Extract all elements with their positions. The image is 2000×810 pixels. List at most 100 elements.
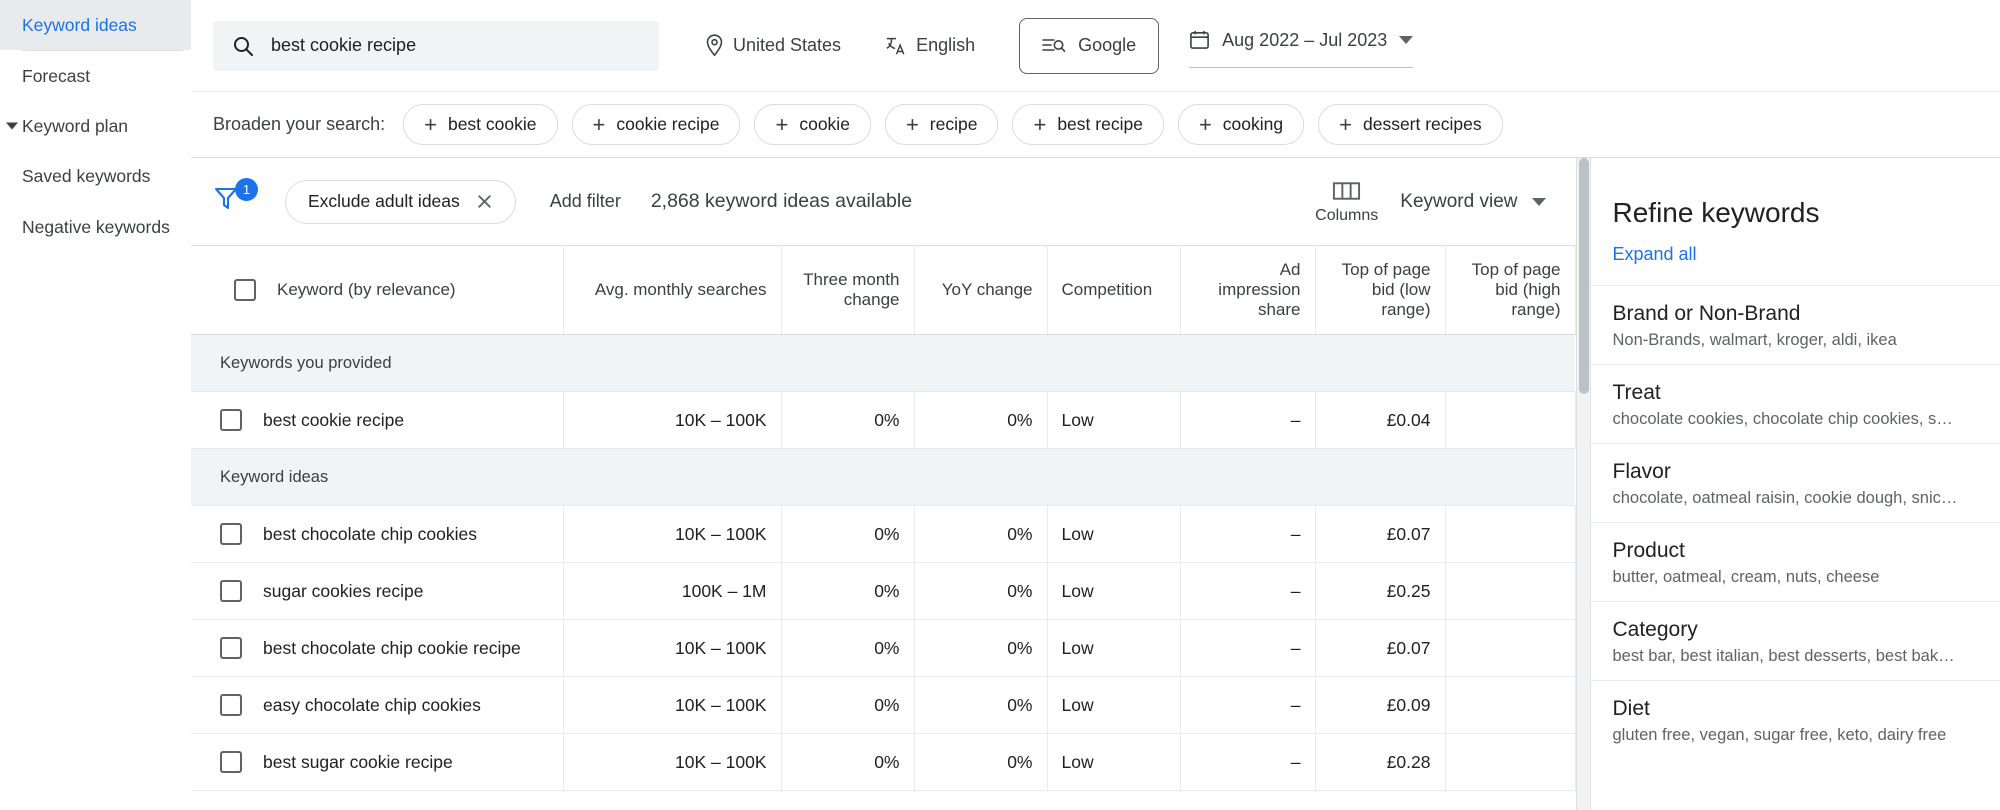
column-header-label: Three month change bbox=[803, 270, 899, 309]
broaden-chip-label: cookie recipe bbox=[616, 114, 719, 135]
refine-section-subtitle: Non-Brands, walmart, kroger, aldi, ikea bbox=[1613, 330, 1897, 351]
cell-top-bid-high bbox=[1445, 392, 1575, 449]
table-row[interactable]: best sugar cookie recipe 10K – 100K 0% 0… bbox=[191, 734, 1575, 791]
refine-section-title: Flavor bbox=[1613, 458, 1958, 485]
column-header-yoy-change[interactable]: YoY change bbox=[914, 246, 1047, 335]
cell-avg-monthly-searches: 10K – 100K bbox=[563, 392, 781, 449]
column-header-avg-monthly-searches[interactable]: Avg. monthly searches bbox=[563, 246, 781, 335]
language-label: English bbox=[916, 35, 975, 56]
refine-section-brand-or-non-brand[interactable]: Brand or Non-Brand Non-Brands, walmart, … bbox=[1591, 285, 2000, 364]
broaden-search-bar: Broaden your search: + best cookie + coo… bbox=[191, 91, 2000, 158]
refine-section-treat[interactable]: Treat chocolate cookies, chocolate chip … bbox=[1591, 364, 2000, 443]
keyword-view-selector[interactable]: Keyword view bbox=[1400, 191, 1553, 213]
table-row[interactable]: sugar cookies recipe 100K – 1M 0% 0% Low… bbox=[191, 563, 1575, 620]
row-checkbox[interactable] bbox=[220, 751, 242, 773]
search-input[interactable]: best cookie recipe bbox=[213, 21, 659, 71]
table-row[interactable]: best chocolate chip cookies 10K – 100K 0… bbox=[191, 506, 1575, 563]
table-row[interactable]: best cookie recipe 10K – 100K 0% 0% Low … bbox=[191, 392, 1575, 449]
sidebar-item-saved-keywords[interactable]: Saved keywords bbox=[0, 151, 191, 202]
table-vertical-scrollbar[interactable] bbox=[1576, 158, 1590, 810]
refine-section-flavor[interactable]: Flavor chocolate, oatmeal raisin, cookie… bbox=[1591, 443, 2000, 522]
ideas-available-count: 2,868 keyword ideas available bbox=[651, 190, 912, 213]
cell-avg-monthly-searches: 10K – 100K bbox=[563, 506, 781, 563]
broaden-chip-cookie-recipe[interactable]: + cookie recipe bbox=[572, 104, 741, 145]
keyword-text: easy chocolate chip cookies bbox=[263, 695, 481, 716]
sidebar-item-label: Keyword ideas bbox=[22, 15, 137, 35]
refine-panel-header: Refine keywords bbox=[1591, 158, 2000, 230]
add-filter-button[interactable]: Add filter bbox=[550, 191, 621, 212]
content-row: 1 Exclude adult ideas Add filter bbox=[191, 158, 2000, 810]
refine-section-product[interactable]: Product butter, oatmeal, cream, nuts, ch… bbox=[1591, 522, 2000, 601]
language-selector[interactable]: English bbox=[885, 35, 975, 57]
cell-avg-monthly-searches: 100K – 1M bbox=[563, 563, 781, 620]
broaden-chip-cookie[interactable]: + cookie bbox=[754, 104, 870, 145]
refine-section-diet[interactable]: Diet gluten free, vegan, sugar free, ket… bbox=[1591, 680, 2000, 759]
column-header-ad-impression-share[interactable]: Ad impression share bbox=[1180, 246, 1315, 335]
cell-keyword: best cookie recipe bbox=[191, 392, 563, 449]
refine-section-title: Diet bbox=[1613, 695, 1947, 722]
table-body: Keywords you provided best cookie recipe… bbox=[191, 335, 1575, 791]
refine-section-category[interactable]: Category best bar, best italian, best de… bbox=[1591, 601, 2000, 680]
date-range-selector[interactable]: Aug 2022 – Jul 2023 bbox=[1189, 24, 1413, 68]
filter-button[interactable]: 1 bbox=[213, 182, 259, 222]
column-header-top-bid-high[interactable]: Top of page bid (high range) bbox=[1445, 246, 1575, 335]
broaden-chip-recipe[interactable]: + recipe bbox=[885, 104, 999, 145]
columns-button[interactable]: Columns bbox=[1315, 179, 1400, 225]
select-all-checkbox[interactable] bbox=[234, 279, 256, 301]
broaden-chip-best-recipe[interactable]: + best recipe bbox=[1012, 104, 1163, 145]
cell-top-bid-high bbox=[1445, 734, 1575, 791]
cell-competition: Low bbox=[1047, 563, 1180, 620]
row-checkbox[interactable] bbox=[220, 694, 242, 716]
cell-top-bid-low: £0.07 bbox=[1315, 620, 1445, 677]
location-selector[interactable]: United States bbox=[705, 34, 841, 57]
sidebar: Keyword ideas Forecast Keyword plan Save… bbox=[0, 0, 191, 810]
sidebar-item-keyword-ideas[interactable]: Keyword ideas bbox=[0, 0, 191, 50]
cell-yoy-change: 0% bbox=[914, 620, 1047, 677]
row-checkbox[interactable] bbox=[220, 409, 242, 431]
row-checkbox[interactable] bbox=[220, 523, 242, 545]
broaden-chip-cooking[interactable]: + cooking bbox=[1178, 104, 1304, 145]
broaden-chip-dessert-recipes[interactable]: + dessert recipes bbox=[1318, 104, 1503, 145]
table-row[interactable]: best chocolate chip cookie recipe 10K – … bbox=[191, 620, 1575, 677]
close-icon[interactable] bbox=[476, 193, 493, 210]
search-query-text: best cookie recipe bbox=[271, 35, 416, 56]
translate-icon bbox=[885, 35, 907, 57]
ideas-available-label: 2,868 keyword ideas available bbox=[651, 190, 912, 212]
column-header-label: Keyword (by relevance) bbox=[277, 280, 456, 300]
column-header-label: YoY change bbox=[942, 280, 1033, 299]
refine-section-subtitle: gluten free, vegan, sugar free, keto, da… bbox=[1613, 725, 1947, 746]
keyword-table-area: 1 Exclude adult ideas Add filter bbox=[191, 158, 1576, 810]
broaden-chip-label: dessert recipes bbox=[1363, 114, 1482, 135]
sidebar-item-label: Saved keywords bbox=[22, 166, 150, 186]
table-row[interactable]: easy chocolate chip cookies 10K – 100K 0… bbox=[191, 677, 1575, 734]
active-filter-chip[interactable]: Exclude adult ideas bbox=[285, 180, 516, 224]
cell-top-bid-low: £0.07 bbox=[1315, 506, 1445, 563]
column-header-three-month-change[interactable]: Three month change bbox=[781, 246, 914, 335]
network-selector[interactable]: Google bbox=[1019, 18, 1159, 74]
cell-keyword: sugar cookies recipe bbox=[191, 563, 563, 620]
column-header-top-bid-low[interactable]: Top of page bid (low range) bbox=[1315, 246, 1445, 335]
scrollbar-thumb[interactable] bbox=[1579, 158, 1589, 394]
sidebar-item-label: Forecast bbox=[22, 66, 90, 86]
column-header-keyword[interactable]: Keyword (by relevance) bbox=[191, 246, 563, 335]
cell-competition: Low bbox=[1047, 392, 1180, 449]
row-checkbox[interactable] bbox=[220, 580, 242, 602]
table-group-label: Keyword ideas bbox=[191, 449, 1575, 506]
sidebar-group-keyword-plan[interactable]: Keyword plan bbox=[0, 101, 191, 151]
broaden-chip-best-cookie[interactable]: + best cookie bbox=[403, 104, 557, 145]
chevron-down-icon bbox=[1532, 198, 1546, 206]
expand-all-link[interactable]: Expand all bbox=[1591, 230, 1719, 265]
cell-ad-impression-share: – bbox=[1180, 392, 1315, 449]
column-header-competition[interactable]: Competition bbox=[1047, 246, 1180, 335]
network-label: Google bbox=[1078, 35, 1136, 56]
column-header-label: Ad impression share bbox=[1218, 260, 1300, 319]
sidebar-item-negative-keywords[interactable]: Negative keywords bbox=[0, 202, 191, 253]
search-toolbar: best cookie recipe United States bbox=[191, 0, 2000, 91]
refine-section-subtitle: chocolate cookies, chocolate chip cookie… bbox=[1613, 409, 1953, 430]
row-checkbox[interactable] bbox=[220, 637, 242, 659]
cell-three-month-change: 0% bbox=[781, 620, 914, 677]
cell-yoy-change: 0% bbox=[914, 506, 1047, 563]
refine-section-title: Product bbox=[1613, 537, 1880, 564]
refine-section-subtitle: best bar, best italian, best desserts, b… bbox=[1613, 646, 1955, 667]
sidebar-item-forecast[interactable]: Forecast bbox=[0, 51, 191, 101]
